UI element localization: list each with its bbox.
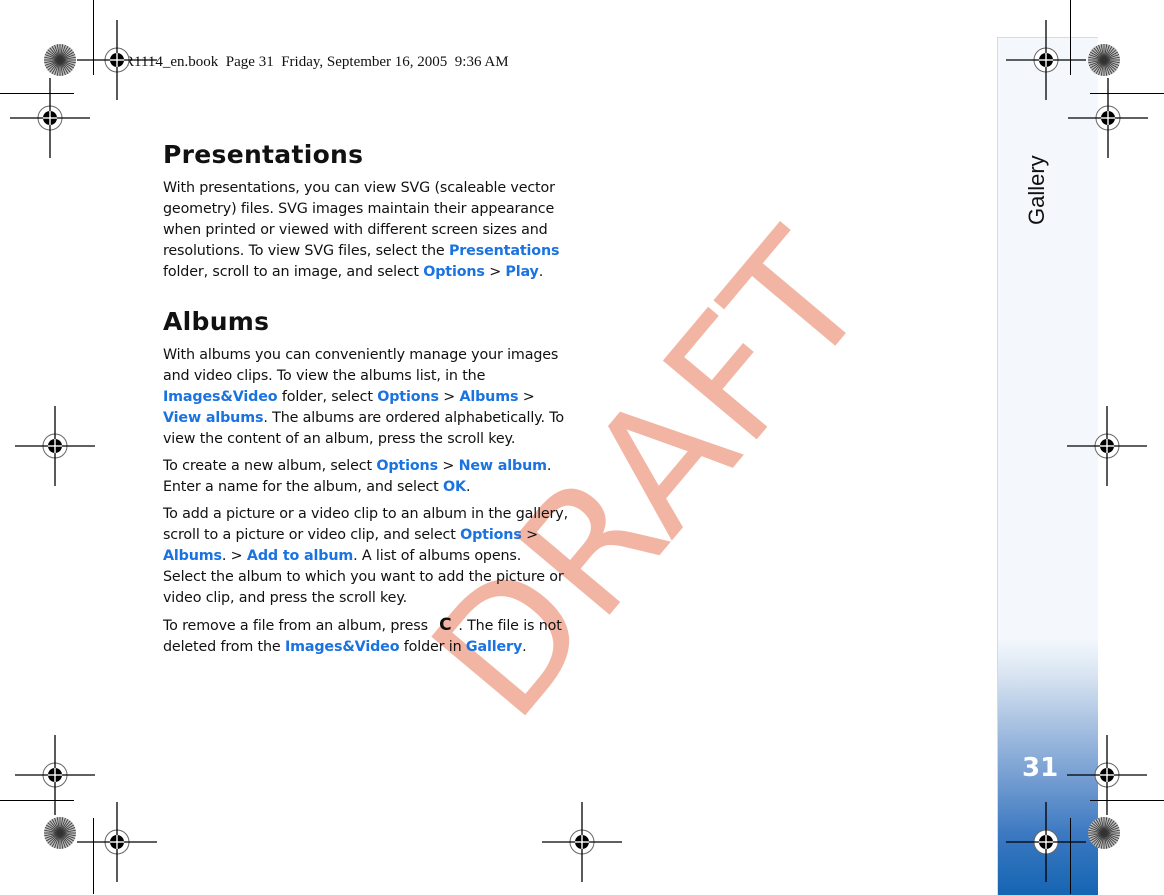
star-target-icon bbox=[1087, 43, 1121, 77]
text: folder, scroll to an image, and select bbox=[163, 264, 424, 280]
registration-mark-icon bbox=[15, 406, 95, 486]
registration-mark-icon bbox=[77, 802, 157, 882]
star-target-icon bbox=[43, 816, 77, 850]
separator: > bbox=[437, 458, 459, 474]
separator: > bbox=[484, 264, 506, 280]
link-options[interactable]: Options bbox=[460, 527, 522, 543]
clear-key-icon: C bbox=[439, 615, 452, 635]
link-new-album[interactable]: New album bbox=[459, 458, 548, 474]
text: . bbox=[522, 639, 527, 655]
link-options[interactable]: Options bbox=[423, 264, 485, 280]
link-options[interactable]: Options bbox=[376, 458, 438, 474]
link-images-video[interactable]: Images&Video bbox=[285, 639, 400, 655]
paragraph-remove-file: To remove a file from an album, press C.… bbox=[163, 615, 568, 658]
link-albums[interactable]: Albums bbox=[163, 548, 222, 564]
separator: . > bbox=[221, 548, 247, 564]
text: . bbox=[465, 479, 471, 495]
paragraph-new-album: To create a new album, select Options > … bbox=[163, 456, 568, 498]
star-target-icon bbox=[1087, 816, 1121, 850]
link-ok[interactable]: OK bbox=[443, 479, 466, 495]
text: folder in bbox=[399, 639, 466, 655]
link-options[interactable]: Options bbox=[377, 389, 439, 405]
star-target-icon bbox=[43, 43, 77, 77]
separator: > bbox=[518, 389, 535, 405]
link-view-albums[interactable]: View albums bbox=[163, 410, 263, 426]
link-gallery[interactable]: Gallery bbox=[466, 639, 522, 655]
paragraph-albums-intro: With albums you can conveniently manage … bbox=[163, 345, 568, 450]
text: To remove a file from an album, press bbox=[163, 618, 433, 634]
registration-mark-icon bbox=[1006, 802, 1086, 882]
registration-mark-icon bbox=[1067, 406, 1147, 486]
registration-mark-icon bbox=[10, 78, 90, 158]
paragraph-add-to-album: To add a picture or a video clip to an a… bbox=[163, 504, 568, 609]
text: To create a new album, select bbox=[163, 458, 377, 474]
separator: > bbox=[521, 527, 538, 543]
separator: > bbox=[438, 389, 460, 405]
link-add-to-album[interactable]: Add to album bbox=[247, 548, 353, 564]
heading-albums: Albums bbox=[163, 307, 270, 336]
text: With albums you can conveniently manage … bbox=[163, 347, 559, 384]
link-images-video[interactable]: Images&Video bbox=[163, 389, 278, 405]
registration-mark-icon bbox=[1068, 78, 1148, 158]
chapter-title: Gallery bbox=[1024, 155, 1049, 225]
link-play[interactable]: Play bbox=[505, 264, 538, 280]
paragraph-presentations: With presentations, you can view SVG (sc… bbox=[163, 178, 568, 283]
book-header-slug: R1114_en.book Page 31 Friday, September … bbox=[124, 54, 509, 70]
text: . bbox=[538, 264, 544, 280]
page-number: 31 bbox=[1022, 753, 1059, 783]
page-content: Presentations With presentations, you ca… bbox=[163, 140, 568, 664]
link-albums[interactable]: Albums bbox=[459, 389, 518, 405]
heading-presentations: Presentations bbox=[163, 140, 364, 169]
link-presentations[interactable]: Presentations bbox=[449, 243, 560, 259]
text: folder, select bbox=[277, 389, 378, 405]
registration-mark-icon bbox=[542, 802, 622, 882]
